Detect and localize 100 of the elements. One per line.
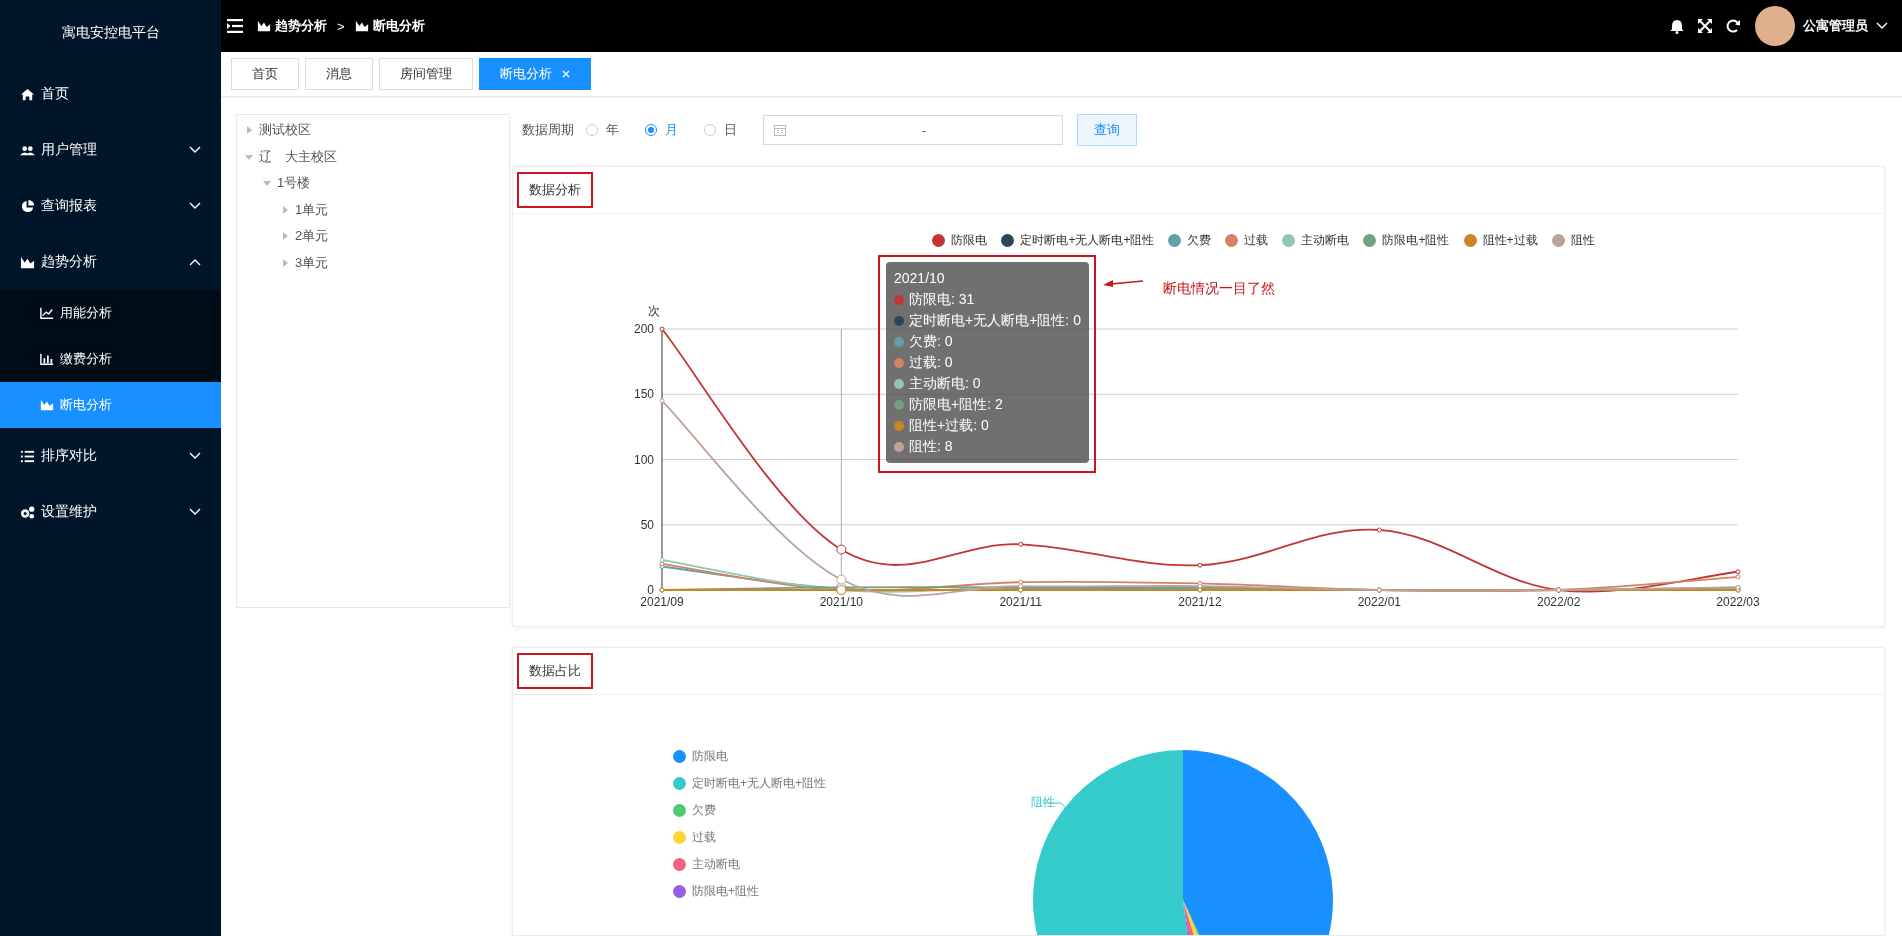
legend-item[interactable]: 防限电 [932,232,988,249]
bell-icon[interactable] [1670,18,1684,34]
radio-option[interactable]: 日 [704,121,737,139]
x-tick-label: 2022/02 [1536,595,1581,609]
legend-item[interactable]: 定时断电+无人断电+阻性 [673,775,826,792]
close-icon[interactable] [562,70,570,78]
gears-icon [20,504,35,520]
sidebar-item[interactable]: 设置维护 [0,484,221,540]
data-point [836,574,847,585]
legend-item[interactable]: 过载 [673,829,826,846]
page-tab[interactable]: 房间管理 [379,58,473,90]
tree-node[interactable]: 3单元 [295,253,329,272]
tooltip-value: 主动断电: 0 [909,374,981,393]
x-tick-label: 2021/12 [1178,595,1222,609]
date-range-field[interactable]: - [763,115,1063,145]
data-point [1376,527,1382,533]
data-point [836,585,847,595]
data-point [659,326,665,332]
caret-down-icon[interactable] [263,179,271,188]
data-point [1556,587,1562,593]
legend-item[interactable]: 欠费 [673,802,826,819]
data-point [1735,584,1741,590]
y-tick-label: 100 [633,452,654,467]
tooltip-value: 防限电+阻性: 2 [909,395,1003,414]
legend-item[interactable]: 防限电+阻性 [673,883,826,900]
tree-node[interactable]: 2单元 [295,227,329,246]
legend-label: 主动断电 [1301,232,1350,249]
legend-item[interactable]: 主动断电 [1282,232,1350,249]
user-name[interactable]: 公寓管理员 [1803,17,1868,35]
tooltip-value: 定时断电+无人断电+阻性: 0 [909,311,1081,330]
menu-icon[interactable] [227,19,243,33]
bar-chart-icon [40,352,54,366]
fullscreen-icon[interactable] [1698,19,1712,33]
caret-right-icon[interactable] [281,258,289,267]
y-tick-label: 50 [640,517,654,532]
x-tick-label: 2021/10 [819,595,864,609]
legend-item[interactable]: 阻性+过载 [1463,232,1538,249]
list-icon [20,448,35,464]
area-chart-icon [354,19,369,33]
tree-node[interactable]: 1号楼 [277,174,311,193]
tooltip-value: 阻性: 8 [909,437,953,456]
legend-label: 阻性+过载 [1482,232,1538,249]
sidebar-item[interactable]: 趋势分析 [0,234,221,290]
legend-item[interactable]: 防限电 [673,748,826,765]
x-tick-label: 2022/01 [1357,595,1402,609]
tooltip-title: 2021/10 [894,269,946,288]
legend-label: 阻性 [1570,232,1595,249]
legend-item[interactable]: 定时断电+无人断电+阻性 [1001,232,1155,249]
page-tab[interactable]: 消息 [305,58,373,90]
x-tick-label: 2022/03 [1716,595,1760,609]
data-point [659,398,665,404]
caret-right-icon[interactable] [281,232,289,241]
breadcrumb-item[interactable]: 断电分析 [372,17,425,35]
avatar[interactable] [1755,6,1795,46]
tooltip-value: 欠费: 0 [909,332,953,351]
y-axis-title: 次 [648,304,660,318]
card-title: 数据分析 [517,172,593,208]
calendar-icon [774,124,786,136]
chevron-icon [1876,22,1888,30]
data-point [1197,562,1203,568]
tooltip-value: 阻性+过载: 0 [909,416,989,435]
sidebar-item[interactable]: 排序对比 [0,428,221,484]
x-tick-label: 2021/11 [999,595,1042,609]
data-point [1376,587,1382,593]
tree-node[interactable]: 辽 大主校区 [259,147,337,166]
tooltip-value: 防限电: 31 [909,290,975,309]
legend-item[interactable]: 欠费 [1168,232,1212,249]
radio-option[interactable]: 年 [586,121,619,139]
x-tick-label: 2021/09 [640,595,684,609]
tree-node[interactable]: 1单元 [295,200,329,219]
legend-item[interactable]: 主动断电 [673,856,826,873]
legend-label: 防限电 [951,232,988,249]
filter-label: 数据周期 [522,121,574,139]
legend-item[interactable]: 阻性 [1551,232,1595,249]
data-point [659,557,665,563]
y-tick-label: 0 [647,583,654,597]
caret-right-icon[interactable] [281,205,289,214]
refresh-icon[interactable] [1726,18,1741,34]
caret-down-icon[interactable] [245,152,253,161]
tree-node[interactable]: 测试校区 [259,121,311,140]
legend-item[interactable]: 过载 [1225,232,1269,249]
sidebar-subitem[interactable]: 用能分析 [0,290,221,336]
tooltip-value: 过载: 0 [909,353,953,372]
caret-right-icon[interactable] [245,126,253,135]
data-point [1018,583,1024,589]
legend-label: 过载 [1244,232,1269,249]
y-tick-label: 200 [633,322,654,336]
sidebar-item[interactable]: 查询报表 [0,178,221,234]
sidebar-subitem[interactable]: 缴费分析 [0,336,221,382]
sidebar-item[interactable]: 首页 [0,66,221,122]
area-chart-icon [40,398,54,412]
y-tick-label: 150 [633,387,654,402]
page-tab[interactable]: 首页 [231,58,299,90]
data-point [659,587,665,593]
app-title: 寓电安控电平台 [61,24,160,42]
line-chart-icon [40,306,54,320]
legend-item[interactable]: 防限电+阻性 [1363,232,1450,249]
sidebar-item[interactable]: 用户管理 [0,122,221,178]
breadcrumb-item[interactable]: 趋势分析 [275,17,327,35]
pie-chart-icon [20,198,35,214]
